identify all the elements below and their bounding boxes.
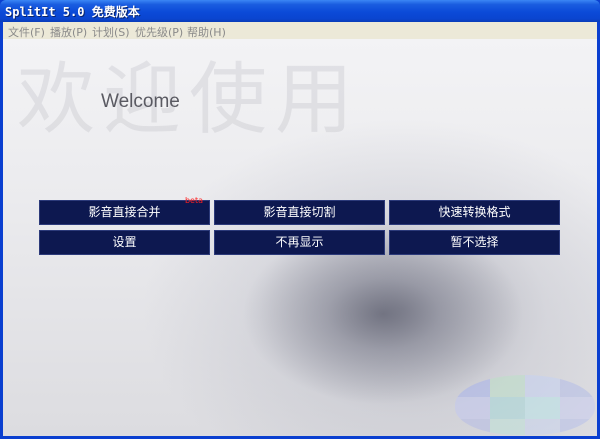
skip-selection-button[interactable]: 暂不选择 — [389, 230, 560, 255]
menu-help[interactable]: 帮助(H) — [187, 24, 226, 40]
convert-format-button[interactable]: 快速转换格式 — [389, 200, 560, 225]
merge-media-label: 影音直接合并 — [88, 205, 161, 219]
menu-file[interactable]: 文件(F) — [8, 24, 45, 40]
menu-bar: 文件(F) 播放(P) 计划(S) 优先级(P) 帮助(H) — [3, 22, 597, 39]
settings-button[interactable]: 设置 — [39, 230, 210, 255]
dont-show-again-button[interactable]: 不再显示 — [214, 230, 385, 255]
merge-media-button[interactable]: 影音直接合并 beta — [39, 196, 210, 225]
welcome-panel: 欢迎使用 Welcome 影音直接合并 beta 影音直接切割 快速转换格式 设… — [3, 39, 597, 436]
watermark-text: 欢迎使用 — [17, 55, 362, 145]
title-bar[interactable]: SplitIt 5.0 免费版本 — [0, 0, 600, 22]
split-media-button[interactable]: 影音直接切割 — [214, 200, 385, 225]
menu-play[interactable]: 播放(P) — [50, 24, 87, 40]
beta-badge: beta — [184, 196, 203, 205]
menu-schedule[interactable]: 计划(S) — [92, 24, 130, 40]
menu-priority[interactable]: 优先级(P) — [135, 24, 183, 40]
welcome-heading: Welcome — [101, 91, 180, 112]
app-window: SplitIt 5.0 免费版本 文件(F) 播放(P) 计划(S) 优先级(P… — [0, 0, 600, 439]
windows-logo-icon — [455, 375, 595, 435]
window-title: SplitIt 5.0 免费版本 — [5, 5, 140, 19]
